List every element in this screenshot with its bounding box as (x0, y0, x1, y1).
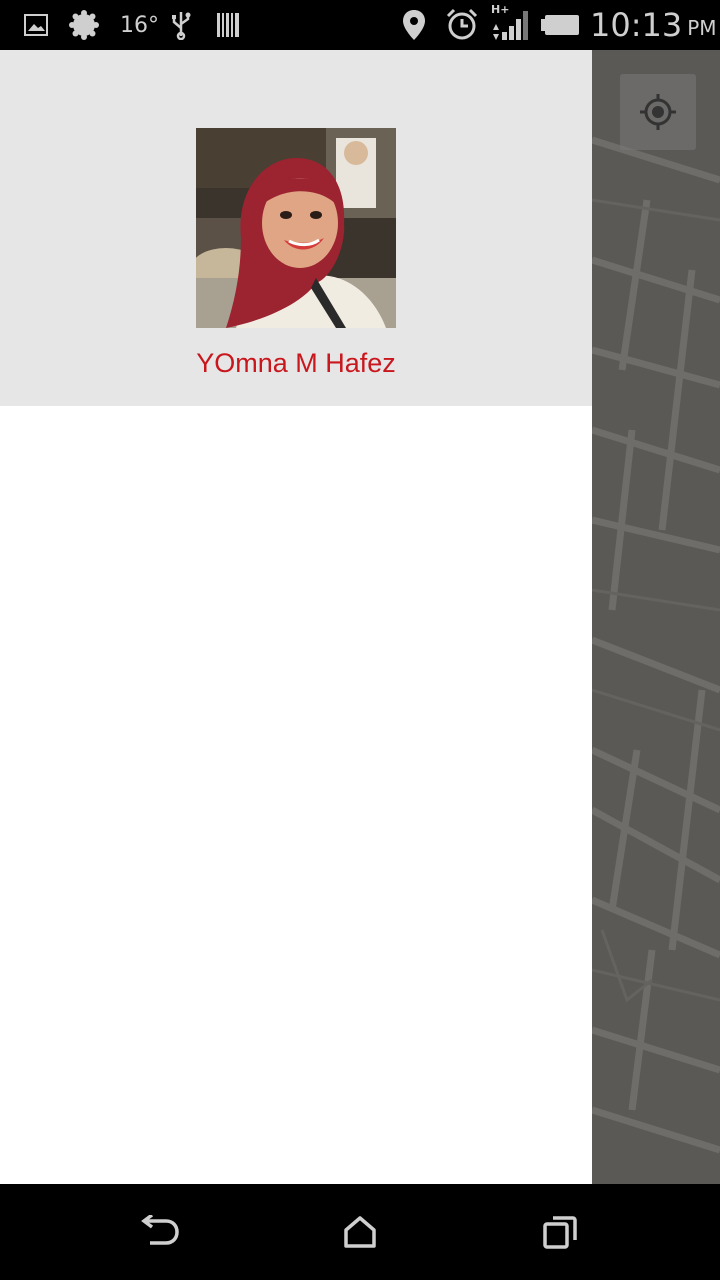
alarm-icon (444, 0, 480, 50)
barcode-icon (214, 0, 242, 50)
crosshair-icon (640, 94, 676, 130)
avatar[interactable] (196, 128, 396, 328)
usb-icon (168, 0, 194, 50)
navigation-drawer: YOmna M Hafez (0, 50, 592, 1184)
system-navigation-bar (0, 1184, 720, 1280)
map-view[interactable] (592, 50, 720, 1184)
home-button[interactable] (330, 1202, 390, 1262)
location-pin-icon (398, 0, 430, 50)
recents-icon (543, 1216, 577, 1249)
drawer-header: YOmna M Hafez (0, 50, 592, 406)
temperature-text: 16° (120, 12, 159, 38)
my-location-button[interactable] (620, 74, 696, 150)
home-icon (344, 1216, 376, 1248)
status-bar: 16° H+ 10:13 PM (0, 0, 720, 50)
back-icon (141, 1215, 179, 1245)
gallery-icon (22, 0, 50, 50)
weather-icon (68, 0, 100, 50)
clock-time: 10:13 PM (590, 6, 717, 44)
user-name[interactable]: YOmna M Hafez (0, 348, 592, 379)
battery-icon (540, 0, 582, 50)
back-button[interactable] (130, 1202, 190, 1262)
recents-button[interactable] (530, 1202, 590, 1262)
signal-icon (490, 0, 530, 50)
